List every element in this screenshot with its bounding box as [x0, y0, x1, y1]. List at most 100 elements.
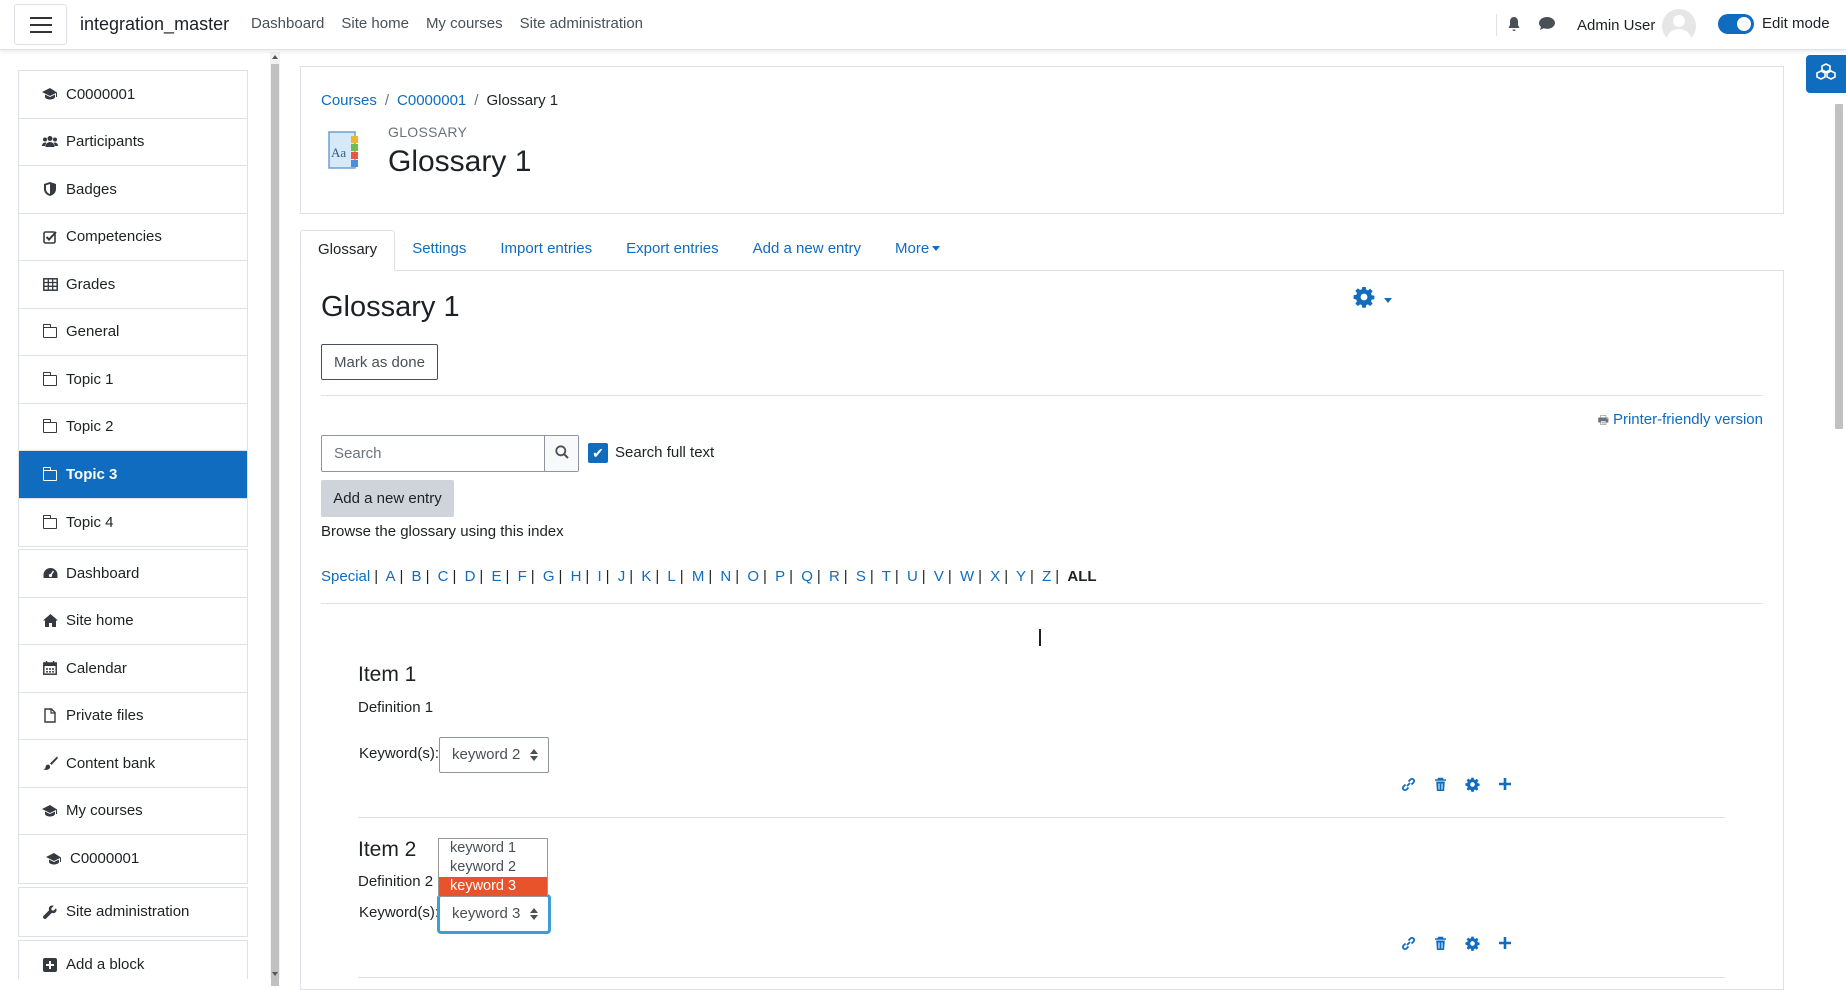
alpha-link-e[interactable]: E [491, 568, 501, 585]
alpha-link-r[interactable]: R [829, 568, 840, 585]
alpha-link-i[interactable]: I [598, 568, 602, 585]
drawer-scrollbar-thumb[interactable] [271, 64, 279, 986]
sidebar-item-general[interactable]: General [19, 309, 247, 356]
tab-import-entries[interactable]: Import entries [483, 230, 609, 271]
nav-site-administration-link[interactable]: Site administration [520, 15, 643, 32]
alpha-link-y[interactable]: Y [1016, 568, 1026, 585]
nav-my-courses-link[interactable]: My courses [426, 15, 503, 32]
sidebar-item-competencies[interactable]: Competencies [19, 214, 247, 261]
sidebar-item-label: Dashboard [66, 564, 140, 582]
sidebar-item-private-files[interactable]: Private files [19, 693, 247, 740]
add-block-button[interactable]: Add a block [19, 941, 247, 989]
tab-add-new-entry[interactable]: Add a new entry [736, 230, 878, 271]
alpha-link-c[interactable]: C [438, 568, 449, 585]
block-drawer-toggle[interactable] [1806, 55, 1846, 93]
dropdown-option-highlighted[interactable]: keyword 3 [439, 877, 547, 896]
breadcrumb-courses[interactable]: Courses [321, 92, 377, 109]
bell-icon[interactable] [1507, 16, 1521, 36]
tab-export-entries[interactable]: Export entries [609, 230, 736, 271]
glossary-actions-menu[interactable] [1353, 286, 1392, 315]
plus-icon[interactable] [1495, 777, 1514, 796]
search-input[interactable] [322, 436, 544, 471]
add-new-entry-button[interactable]: Add a new entry [321, 480, 454, 517]
edit-mode-label[interactable]: Edit mode [1762, 15, 1830, 32]
gear-icon[interactable] [1463, 777, 1482, 796]
dropdown-option[interactable]: keyword 2 [439, 858, 547, 877]
alpha-link-w[interactable]: W [960, 568, 974, 585]
tab-settings[interactable]: Settings [395, 230, 483, 271]
alpha-link-o[interactable]: O [747, 568, 759, 585]
alpha-link-s[interactable]: S [856, 568, 866, 585]
sidebar-item-site-home[interactable]: Site home [19, 598, 247, 645]
sidebar-item-site-administration[interactable]: Site administration [19, 888, 247, 936]
primary-navigation: Dashboard Site home My courses Site admi… [251, 15, 643, 32]
alpha-link-b[interactable]: B [412, 568, 422, 585]
alpha-link-l[interactable]: L [667, 568, 675, 585]
nav-site-home-link[interactable]: Site home [341, 15, 409, 32]
link-icon[interactable] [1399, 936, 1418, 955]
admin-navigation: Site administration [18, 887, 248, 937]
avatar[interactable] [1662, 9, 1696, 43]
sidebar-item-course-c0000001[interactable]: C0000001 [19, 835, 247, 883]
alpha-link-j[interactable]: J [618, 568, 626, 585]
entry-definition: Definition 1 [358, 699, 434, 716]
sidebar-item-calendar[interactable]: Calendar [19, 645, 247, 693]
alpha-link-n[interactable]: N [720, 568, 731, 585]
trash-icon[interactable] [1431, 936, 1450, 955]
scroll-up-arrow-icon[interactable] [272, 55, 278, 59]
mark-as-done-button[interactable]: Mark as done [321, 344, 438, 380]
alpha-link-a[interactable]: A [385, 568, 395, 585]
alpha-link-f[interactable]: F [518, 568, 527, 585]
breadcrumb-separator: / [474, 92, 479, 109]
sidebar-item-topic-2[interactable]: Topic 2 [19, 404, 247, 451]
user-menu-name[interactable]: Admin User [1577, 17, 1655, 34]
alpha-link-d[interactable]: D [465, 568, 476, 585]
nav-dashboard-link[interactable]: Dashboard [251, 15, 324, 32]
page-scrollbar-thumb[interactable] [1835, 104, 1843, 429]
trash-icon[interactable] [1431, 777, 1450, 796]
alpha-link-m[interactable]: M [692, 568, 705, 585]
sidebar-item-content-bank[interactable]: Content bank [19, 740, 247, 788]
search-full-text-label[interactable]: Search full text [615, 444, 714, 461]
alpha-link-special[interactable]: Special [321, 568, 370, 585]
keyword-select[interactable]: keyword 3 [437, 894, 551, 934]
page-scrollbar[interactable] [1832, 52, 1846, 979]
sidebar-item-badges[interactable]: Badges [19, 166, 247, 214]
gear-icon[interactable] [1463, 936, 1482, 955]
alpha-link-k[interactable]: K [641, 568, 651, 585]
plus-icon[interactable] [1495, 936, 1514, 955]
link-icon[interactable] [1399, 777, 1418, 796]
sidebar-item-grades[interactable]: Grades [19, 261, 247, 309]
dropdown-option[interactable]: keyword 1 [439, 839, 547, 858]
search-form [321, 435, 579, 472]
sidebar-item-topic-3[interactable]: Topic 3 [19, 451, 247, 499]
alpha-link-p[interactable]: P [775, 568, 785, 585]
alpha-link-u[interactable]: U [907, 568, 918, 585]
alpha-link-t[interactable]: T [882, 568, 891, 585]
sidebar-item-topic-4[interactable]: Topic 4 [19, 499, 247, 547]
alpha-link-h[interactable]: H [571, 568, 582, 585]
edit-mode-toggle[interactable] [1718, 14, 1754, 34]
alpha-link-x[interactable]: X [990, 568, 1000, 585]
menu-toggle-button[interactable] [14, 4, 67, 45]
alpha-link-g[interactable]: G [543, 568, 555, 585]
scroll-down-arrow-icon[interactable] [272, 972, 278, 976]
tab-glossary[interactable]: Glossary [300, 230, 396, 271]
search-button[interactable] [544, 436, 578, 471]
tab-more[interactable]: More [878, 230, 957, 271]
sidebar-item-my-courses[interactable]: My courses [19, 788, 247, 835]
drawer-scrollbar[interactable] [270, 52, 280, 986]
printer-friendly-link[interactable]: 🖶 Printer-friendly version [1598, 411, 1763, 432]
sidebar-item-course[interactable]: C0000001 [19, 71, 247, 119]
sidebar-item-dashboard[interactable]: Dashboard [19, 550, 247, 598]
alpha-link-v[interactable]: V [934, 568, 944, 585]
sidebar-item-topic-1[interactable]: Topic 1 [19, 356, 247, 404]
sidebar-item-participants[interactable]: Participants [19, 119, 247, 166]
alpha-link-z[interactable]: Z [1042, 568, 1051, 585]
keyword-select[interactable]: keyword 2 [439, 737, 549, 773]
search-full-text-checkbox[interactable]: ✔ [588, 443, 608, 463]
site-name[interactable]: integration_master [80, 14, 229, 35]
breadcrumb-course[interactable]: C0000001 [397, 92, 466, 109]
alpha-link-q[interactable]: Q [801, 568, 813, 585]
chat-bubble-icon[interactable] [1538, 16, 1556, 35]
